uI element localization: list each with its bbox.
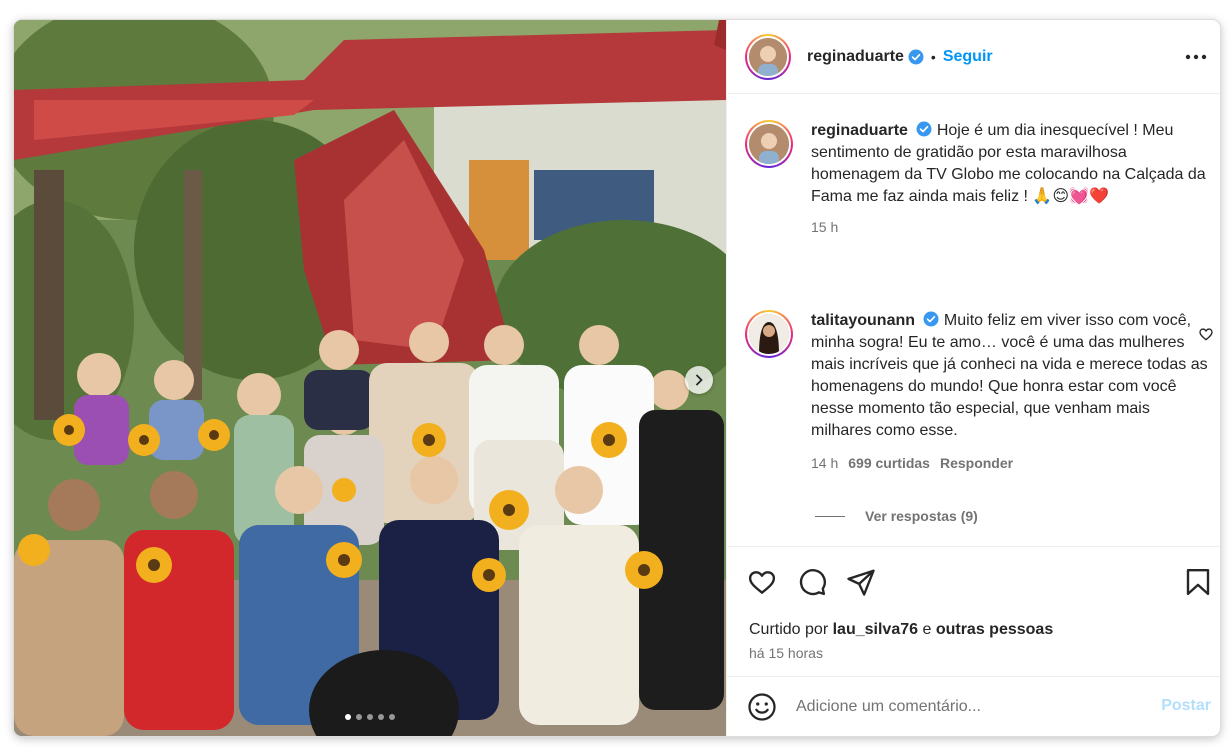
add-comment-bar: Postar: [727, 676, 1220, 736]
post-side-panel: reginaduarte • Seguir reginaduarte Hoje …: [726, 20, 1220, 736]
liked-by-others[interactable]: outras pessoas: [936, 621, 1053, 638]
avatar-image: [749, 314, 789, 354]
view-replies-button[interactable]: Ver respostas (9): [815, 508, 978, 524]
reply-button[interactable]: Responder: [940, 452, 1013, 474]
header-separator: •: [930, 48, 936, 65]
verified-badge-icon: [916, 121, 932, 137]
comment-input[interactable]: [796, 697, 1126, 716]
send-icon[interactable]: [846, 567, 876, 597]
chevron-right-icon: [696, 374, 703, 386]
bookmark-icon[interactable]: [1183, 567, 1213, 597]
carousel-dot: [356, 714, 362, 720]
liked-by-user[interactable]: lau_silva76: [833, 621, 918, 638]
carousel-dot: [367, 714, 373, 720]
heart-icon[interactable]: [747, 567, 777, 597]
follow-button[interactable]: Seguir: [943, 48, 993, 66]
replies-divider: [815, 515, 845, 517]
caption-username[interactable]: reginaduarte: [811, 122, 908, 139]
carousel-dot: [345, 714, 351, 720]
more-options-button[interactable]: [1185, 46, 1207, 68]
verified-badge-icon: [923, 311, 939, 327]
post-caption: reginaduarte Hoje é um dia inesquecível …: [745, 120, 1209, 238]
post-image: [14, 20, 726, 736]
comment-item: talitayounann Muito feliz em viver isso …: [745, 310, 1209, 474]
carousel-indicator: [14, 714, 726, 720]
author-avatar[interactable]: [745, 33, 791, 80]
avatar-image: [749, 37, 787, 76]
caption-time: 15 h: [811, 219, 839, 235]
liked-by-conj: e: [922, 621, 932, 638]
comments-list[interactable]: reginaduarte Hoje é um dia inesquecível …: [727, 94, 1220, 546]
caption-author-avatar[interactable]: [745, 120, 793, 168]
comment-icon[interactable]: [797, 567, 827, 597]
liked-by-prefix: Curtido por: [749, 621, 829, 638]
commenter-avatar[interactable]: [745, 310, 793, 358]
comment-text: Muito feliz em viver isso com você, minh…: [811, 312, 1208, 439]
avatar-image: [749, 124, 789, 164]
author-username[interactable]: reginaduarte: [807, 48, 904, 66]
carousel-next-button[interactable]: [685, 366, 713, 394]
post-actions: Curtido por lau_silva76 e outras pessoas…: [727, 546, 1220, 676]
more-icon: [1185, 54, 1207, 60]
view-replies-label: Ver respostas (9): [865, 508, 978, 524]
comment-likes-count[interactable]: 699 curtidas: [848, 452, 930, 474]
commenter-username[interactable]: talitayounann: [811, 312, 915, 329]
comment-time: 14 h: [811, 455, 839, 471]
post-header: reginaduarte • Seguir: [727, 20, 1220, 94]
post-time: há 15 horas: [749, 645, 823, 661]
post-photo[interactable]: [14, 20, 726, 736]
emoji-icon[interactable]: [747, 692, 777, 722]
post-comment-button[interactable]: Postar: [1161, 697, 1211, 715]
comment-like-heart-icon[interactable]: [1198, 326, 1214, 342]
instagram-post-modal: reginaduarte • Seguir reginaduarte Hoje …: [14, 20, 1220, 736]
carousel-dot: [389, 714, 395, 720]
carousel-dot: [378, 714, 384, 720]
verified-badge-icon: [908, 49, 924, 64]
liked-by-summary: Curtido por lau_silva76 e outras pessoas: [749, 621, 1053, 639]
